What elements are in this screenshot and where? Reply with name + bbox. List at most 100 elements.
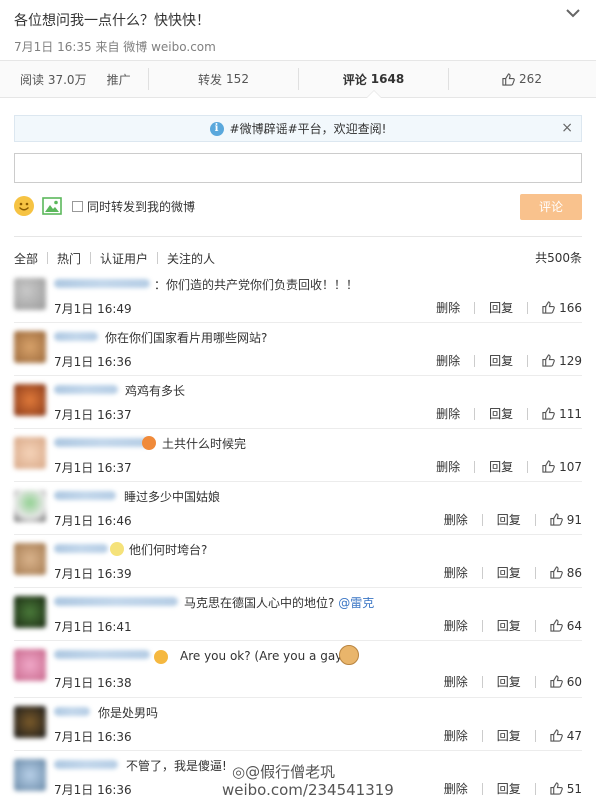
comment-item: Are you ok? (Are you a gay?) 7月1日 16:38 …: [14, 641, 582, 698]
comment-time: 7月1日 16:36: [54, 355, 132, 369]
avatar[interactable]: [14, 384, 46, 416]
chevron-down-icon[interactable]: [564, 6, 582, 20]
action-divider: [527, 460, 529, 473]
comment-actions: 删除 回复 166: [422, 299, 582, 316]
delete-button[interactable]: 删除: [444, 564, 468, 581]
notice-bar[interactable]: i #微博辟谣#平台，欢迎查阅! ×: [14, 115, 582, 142]
submit-comment-button[interactable]: 评论: [520, 194, 582, 220]
notice-text[interactable]: #微博辟谣#平台，欢迎查阅!: [230, 120, 387, 137]
comment-item: 鸡鸡有多长 7月1日 16:37 删除 回复 111: [14, 376, 582, 429]
reply-button[interactable]: 回复: [489, 458, 513, 475]
reply-button[interactable]: 回复: [489, 299, 513, 316]
comment-tab[interactable]: 评论 1648: [299, 61, 448, 98]
like-button[interactable]: 262: [449, 61, 595, 97]
like-button[interactable]: 91: [550, 513, 582, 527]
action-divider: [474, 460, 476, 473]
like-button[interactable]: 166: [542, 301, 582, 315]
close-icon[interactable]: ×: [561, 120, 573, 136]
mention-link[interactable]: @雷克: [338, 596, 374, 610]
avatar[interactable]: [14, 649, 46, 681]
comment-actions: 删除 回复 51: [430, 780, 582, 797]
action-divider: [534, 675, 536, 688]
action-divider: [481, 619, 483, 632]
comment-time: 7月1日 16:38: [54, 676, 132, 690]
avatar[interactable]: [14, 490, 46, 522]
comment-text: 他们何时垮台?: [129, 543, 208, 557]
username-blurred[interactable]: [54, 707, 90, 716]
like-button[interactable]: 107: [542, 460, 582, 474]
delete-button[interactable]: 删除: [444, 617, 468, 634]
username-blurred[interactable]: [54, 491, 116, 500]
username-blurred[interactable]: [54, 279, 150, 288]
comment-input[interactable]: [14, 153, 582, 183]
filter-tab-all[interactable]: 全部: [14, 250, 38, 267]
reply-button[interactable]: 回复: [497, 511, 521, 528]
username-blurred[interactable]: [54, 385, 118, 394]
image-icon[interactable]: [42, 197, 62, 215]
filter-tab-verified[interactable]: 认证用户: [100, 250, 148, 267]
username-blurred[interactable]: [54, 438, 150, 447]
repost-checkbox[interactable]: [72, 200, 83, 212]
reply-button[interactable]: 回复: [497, 673, 521, 690]
username-blurred[interactable]: [54, 760, 118, 769]
comment-actions: 删除 回复 111: [422, 405, 582, 422]
like-button[interactable]: 47: [550, 729, 582, 743]
filter-tab-following[interactable]: 关注的人: [167, 250, 215, 267]
like-button[interactable]: 60: [550, 675, 582, 689]
watermark-handle: 假行僧老巩: [260, 763, 336, 781]
thumbs-up-icon: [542, 354, 555, 367]
promote-button[interactable]: 推广: [107, 71, 131, 88]
delete-button[interactable]: 删除: [444, 511, 468, 528]
action-divider: [481, 729, 483, 742]
comment-item: ：你们造的共产党你们负责回收！！！ 7月1日 16:49 删除 回复 166: [14, 270, 582, 323]
comment-text: 睡过多少中国姑娘: [124, 490, 221, 504]
action-divider: [534, 729, 536, 742]
weibo-logo-icon: ◎@: [232, 763, 261, 781]
username-blurred[interactable]: [54, 597, 178, 606]
comment-actions: 删除 回复 86: [430, 564, 582, 581]
comment-actions: 删除 回复 60: [430, 673, 582, 690]
action-divider: [534, 566, 536, 579]
like-button[interactable]: 111: [542, 407, 582, 421]
filter-tab-hot[interactable]: 热门: [57, 250, 81, 267]
reply-button[interactable]: 回复: [489, 405, 513, 422]
delete-button[interactable]: 删除: [436, 405, 460, 422]
avatar[interactable]: [14, 278, 46, 310]
delete-button[interactable]: 删除: [436, 299, 460, 316]
action-divider: [534, 619, 536, 632]
avatar[interactable]: [14, 596, 46, 628]
thumbs-up-icon: [550, 513, 563, 526]
emoji-smile-icon[interactable]: [14, 196, 34, 216]
reply-button[interactable]: 回复: [497, 617, 521, 634]
username-blurred[interactable]: [54, 332, 98, 341]
like-button[interactable]: 86: [550, 566, 582, 580]
reply-button[interactable]: 回复: [497, 564, 521, 581]
avatar[interactable]: [14, 759, 46, 791]
comment-actions: 删除 回复 64: [430, 617, 582, 634]
delete-button[interactable]: 删除: [444, 780, 468, 797]
repost-button[interactable]: 转发 152: [149, 61, 298, 97]
reply-button[interactable]: 回复: [497, 727, 521, 744]
avatar[interactable]: [14, 706, 46, 738]
like-button[interactable]: 129: [542, 354, 582, 368]
comment-item: 睡过多少中国姑娘 7月1日 16:46 删除 回复 91: [14, 482, 582, 535]
like-button[interactable]: 64: [550, 619, 582, 633]
username-blurred[interactable]: [54, 544, 108, 553]
delete-button[interactable]: 删除: [436, 458, 460, 475]
delete-button[interactable]: 删除: [444, 673, 468, 690]
username-blurred[interactable]: [54, 650, 150, 659]
reply-button[interactable]: 回复: [497, 780, 521, 797]
delete-button[interactable]: 删除: [444, 727, 468, 744]
avatar[interactable]: [14, 437, 46, 469]
reply-button[interactable]: 回复: [489, 352, 513, 369]
like-button[interactable]: 51: [550, 782, 582, 796]
comment-time: 7月1日 16:46: [54, 514, 132, 528]
avatar[interactable]: [14, 543, 46, 575]
comment-item: 你是处男吗 7月1日 16:36 删除 回复 47: [14, 698, 582, 751]
like-count: 64: [566, 618, 582, 633]
delete-button[interactable]: 删除: [436, 352, 460, 369]
comment-filter-bar: 全部 热门 认证用户 关注的人 共500条: [14, 248, 582, 268]
filter-divider: [47, 252, 49, 264]
comment-time: 7月1日 16:49: [54, 302, 132, 316]
avatar[interactable]: [14, 331, 46, 363]
